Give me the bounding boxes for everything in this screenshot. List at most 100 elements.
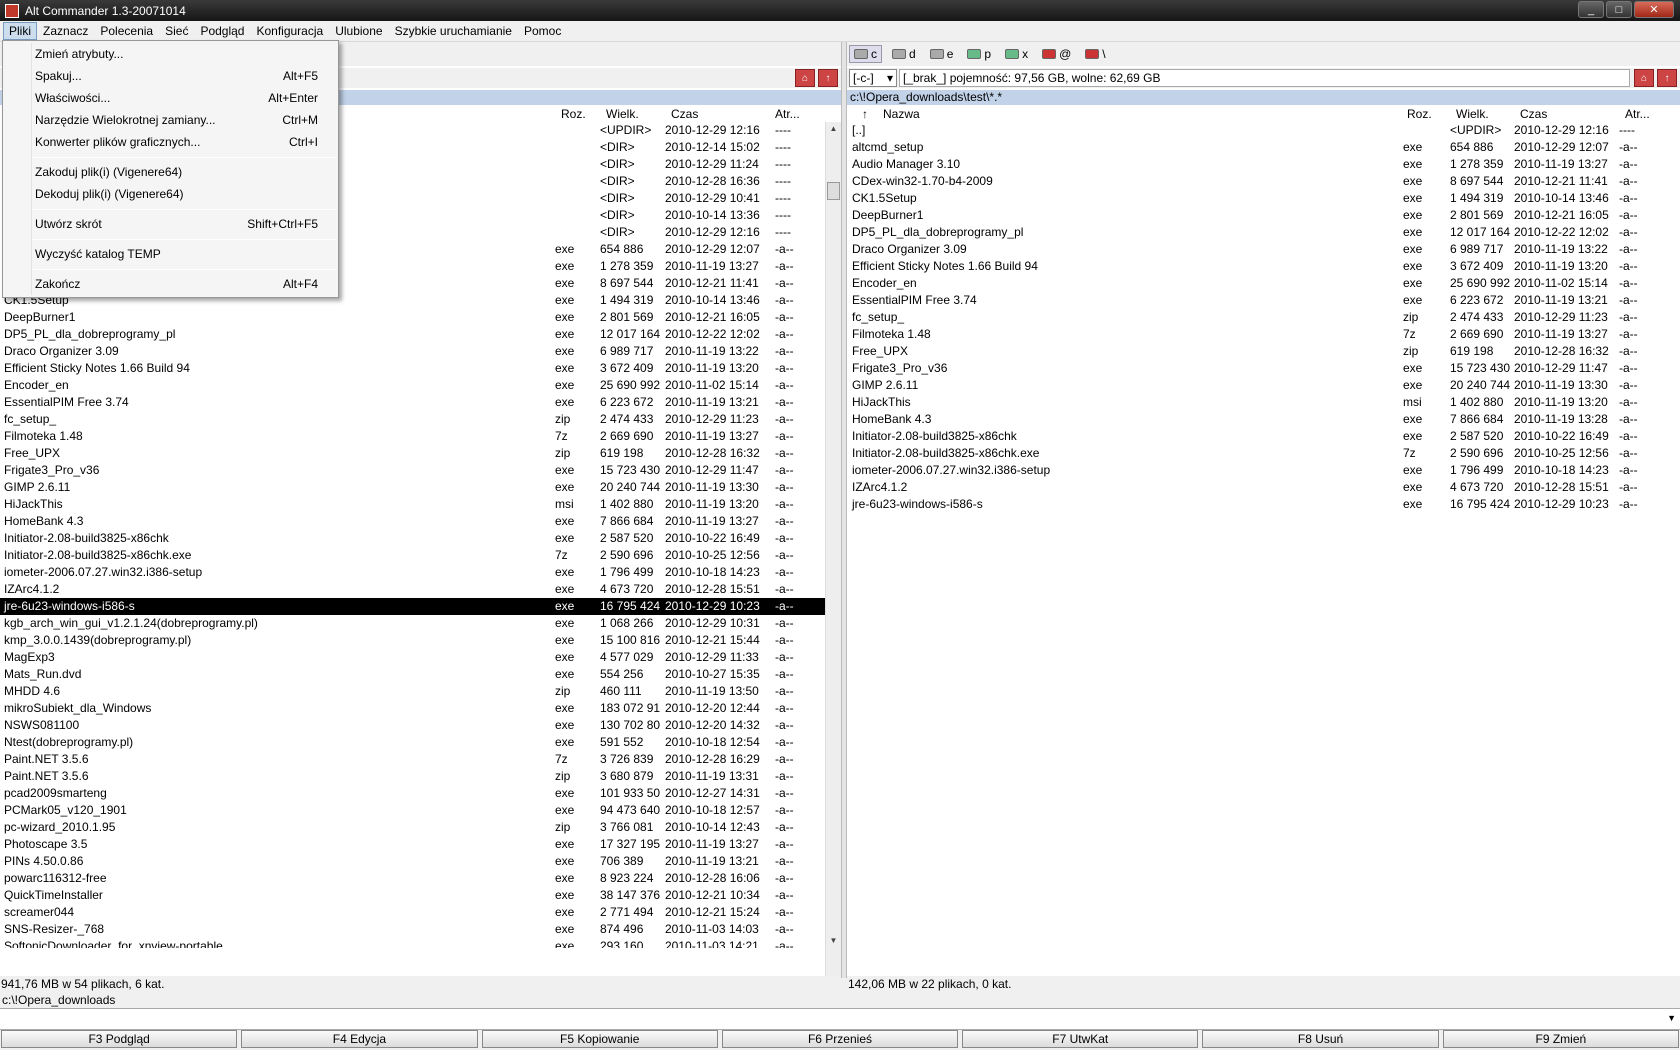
table-row[interactable]: SNS-Resizer-_768 exe 874 496 2010-11-03 14:…: [0, 921, 841, 938]
table-row[interactable]: MHDD 4.6 zip 460 111 2010-11-19 13:50 -a--: [0, 683, 841, 700]
right-up-button[interactable]: ↑: [1657, 69, 1677, 87]
right-col-attr[interactable]: Atr...: [1625, 107, 1650, 121]
left-root-button[interactable]: ⌂: [795, 69, 815, 87]
table-row[interactable]: Mats_Run.dvd exe 554 256 2010-10-27 15:35 -a…: [0, 666, 841, 683]
table-row[interactable]: HomeBank 4.3 exe 7 866 684 2010-11-19 13:28…: [847, 411, 1680, 428]
left-scroll-thumb[interactable]: [827, 182, 840, 200]
menu-item-pack[interactable]: Spakuj... Alt+F5: [3, 65, 338, 87]
table-row[interactable]: Ntest(dobreprogramy.pl) exe 591 552 2010-10…: [0, 734, 841, 751]
f5-copy-button[interactable]: F5 Kopiowanie: [481, 1030, 718, 1048]
table-row[interactable]: pcad2009smarteng exe 101 933 50 2010-12-27 …: [0, 785, 841, 802]
table-row[interactable]: SoftonicDownloader_for_xnview-portable ex…: [0, 938, 841, 948]
table-row[interactable]: Free_UPX zip 619 198 2010-12-28 16:32 -a--: [0, 445, 841, 462]
left-up-button[interactable]: ↑: [818, 69, 838, 87]
table-row[interactable]: CK1.5Setup exe 1 494 319 2010-10-14 13:46 -a…: [847, 190, 1680, 207]
maximize-button[interactable]: □: [1606, 1, 1632, 18]
table-row[interactable]: DeepBurner1 exe 2 801 569 2010-12-21 16:05-…: [847, 207, 1680, 224]
table-row[interactable]: GIMP 2.6.11 exe 20 240 744 2010-11-19 13:30…: [847, 377, 1680, 394]
left-col-size[interactable]: Wielk.: [606, 107, 639, 121]
right-col-size[interactable]: Wielk.: [1456, 107, 1489, 121]
drive-ftp-button[interactable]: @: [1038, 46, 1075, 62]
table-row[interactable]: EssentialPIM Free 3.74 exe 6 223 672 2010-1…: [847, 292, 1680, 309]
table-row[interactable]: GIMP 2.6.11 exe 20 240 744 2010-11-19 13:30…: [0, 479, 841, 496]
table-row[interactable]: jre-6u23-windows-i586-s exe 16 795 424 2010…: [847, 496, 1680, 513]
minimize-button[interactable]: _: [1578, 1, 1604, 18]
table-row[interactable]: Draco Organizer 3.09 exe 6 989 717 2010-11-…: [0, 343, 841, 360]
table-row[interactable]: Frigate3_Pro_v36 exe 15 723 430 2010-12-29 …: [847, 360, 1680, 377]
table-row[interactable]: HiJackThis msi 1 402 880 2010-11-19 13:20 -a…: [0, 496, 841, 513]
menu-item-exit[interactable]: Zakończ Alt+F4: [3, 273, 338, 295]
f3-view-button[interactable]: F3 Podgląd: [1, 1030, 238, 1048]
right-file-list[interactable]: [..] <UPDIR> 2010-12-29 12:16 ---- altcmd_se…: [847, 122, 1680, 948]
table-row[interactable]: HomeBank 4.3 exe 7 866 684 2010-11-19 13:27…: [0, 513, 841, 530]
table-row[interactable]: IZArc4.1.2 exe 4 673 720 2010-12-28 15:51 -a…: [847, 479, 1680, 496]
table-row[interactable]: PCMark05_v120_1901 exe 94 473 640 2010-10-1…: [0, 802, 841, 819]
table-row[interactable]: iometer-2006.07.27.win32.i386-setup exe 1 …: [0, 564, 841, 581]
menu-konfiguracja[interactable]: Konfiguracja: [250, 22, 329, 40]
menu-item-image-converter[interactable]: Konwerter plików graficznych... Ctrl+I: [3, 131, 338, 153]
table-row[interactable]: Encoder_en exe 25 690 992 2010-11-02 15:14-…: [847, 275, 1680, 292]
table-row[interactable]: fc_setup_ zip 2 474 433 2010-12-29 11:23 -a-…: [847, 309, 1680, 326]
right-col-date[interactable]: Czas: [1520, 107, 1547, 121]
table-row[interactable]: DeepBurner1 exe 2 801 569 2010-12-21 16:05-…: [0, 309, 841, 326]
table-row[interactable]: IZArc4.1.2 exe 4 673 720 2010-12-28 15:51 -a…: [0, 581, 841, 598]
table-row[interactable]: kgb_arch_win_gui_v1.2.1.24(dobreprogramy…: [0, 615, 841, 632]
drive-e-button[interactable]: e: [926, 46, 958, 62]
drive-p-button[interactable]: p: [963, 46, 995, 62]
table-row[interactable]: [..] <UPDIR> 2010-12-29 12:16 ----: [847, 122, 1680, 139]
menu-item-properties[interactable]: Właściwości... Alt+Enter: [3, 87, 338, 109]
table-row[interactable]: Efficient Sticky Notes 1.66 Build 94 exe 3…: [847, 258, 1680, 275]
left-scrollbar[interactable]: ▲ ▼: [825, 122, 841, 1020]
menu-item-multi-rename[interactable]: Narzędzie Wielokrotnej zamiany... Ctrl+M: [3, 109, 338, 131]
left-col-attr[interactable]: Atr...: [775, 107, 800, 121]
chevron-down-icon[interactable]: ▼: [1667, 1013, 1676, 1023]
menu-item-encode[interactable]: Zakoduj plik(i) (Vigenere64): [3, 161, 338, 183]
left-col-date[interactable]: Czas: [671, 107, 698, 121]
drive-select[interactable]: [-c-] ▾: [849, 69, 897, 87]
table-row[interactable]: altcmd_setup exe 654 886 2010-12-29 12:07 -a…: [847, 139, 1680, 156]
scroll-up-arrow-icon[interactable]: ▲: [826, 122, 841, 136]
table-row[interactable]: MagExp3 exe 4 577 029 2010-12-29 11:33 -a--: [0, 649, 841, 666]
table-row[interactable]: Draco Organizer 3.09 exe 6 989 717 2010-11-…: [847, 241, 1680, 258]
left-col-ext[interactable]: Roz.: [561, 107, 586, 121]
table-row[interactable]: Audio Manager 3.10 exe 1 278 359 2010-11-19…: [847, 156, 1680, 173]
menu-szybkie-uruchamianie[interactable]: Szybkie uruchamianie: [389, 22, 518, 40]
menu-ulubione[interactable]: Ulubione: [329, 22, 388, 40]
menu-zaznacz[interactable]: Zaznacz: [37, 22, 94, 40]
drive-root-button[interactable]: \: [1081, 46, 1109, 62]
menu-item-clear-temp[interactable]: Wyczyść katalog TEMP: [3, 243, 338, 265]
table-row[interactable]: kmp_3.0.0.1439(dobreprogramy.pl) exe 15 10…: [0, 632, 841, 649]
table-row[interactable]: CDex-win32-1.70-b4-2009 exe 8 697 544 2010-…: [847, 173, 1680, 190]
f6-move-button[interactable]: F6 Przenieś: [721, 1030, 959, 1048]
command-line-input[interactable]: ▼: [0, 1008, 1680, 1030]
menu-siec[interactable]: Sieć: [159, 22, 194, 40]
f4-edit-button[interactable]: F4 Edycja: [241, 1030, 478, 1048]
drive-d-button[interactable]: d: [888, 46, 920, 62]
f9-rename-button[interactable]: F9 Zmień: [1442, 1030, 1679, 1048]
table-row[interactable]: Paint.NET 3.5.6 zip 3 680 879 2010-11-19 13…: [0, 768, 841, 785]
table-row[interactable]: QuickTimeInstaller exe 38 147 376 2010-12-2…: [0, 887, 841, 904]
table-row[interactable]: Filmoteka 1.48 7z 2 669 690 2010-11-19 13:2…: [0, 428, 841, 445]
f7-mkdir-button[interactable]: F7 UtwKat: [962, 1030, 1199, 1048]
right-col-ext[interactable]: Roz.: [1407, 107, 1432, 121]
table-row[interactable]: DP5_PL_dla_dobreprogramy_pl exe 12 017 164…: [847, 224, 1680, 241]
menu-podglad[interactable]: Podgląd: [194, 22, 250, 40]
table-row[interactable]: mikroSubiekt_dla_Windows exe 183 072 91 201…: [0, 700, 841, 717]
close-button[interactable]: ✕: [1634, 1, 1674, 18]
table-row[interactable]: Initiator-2.08-build3825-x86chk exe 2 587 …: [847, 428, 1680, 445]
menu-polecenia[interactable]: Polecenia: [94, 22, 159, 40]
drive-c-button[interactable]: c: [849, 45, 882, 63]
scroll-down-arrow-icon[interactable]: ▼: [826, 934, 841, 948]
table-row[interactable]: HiJackThis msi 1 402 880 2010-11-19 13:20 -a…: [847, 394, 1680, 411]
table-row[interactable]: EssentialPIM Free 3.74 exe 6 223 672 2010-1…: [0, 394, 841, 411]
table-row[interactable]: Initiator-2.08-build3825-x86chk exe 2 587 …: [0, 530, 841, 547]
menu-item-create-shortcut[interactable]: Utwórz skrót Shift+Ctrl+F5: [3, 213, 338, 235]
table-row[interactable]: Free_UPX zip 619 198 2010-12-28 16:32 -a--: [847, 343, 1680, 360]
table-row[interactable]: pc-wizard_2010.1.95 zip 3 766 081 2010-10-1…: [0, 819, 841, 836]
table-row[interactable]: Frigate3_Pro_v36 exe 15 723 430 2010-12-29 …: [0, 462, 841, 479]
menu-item-decode[interactable]: Dekoduj plik(i) (Vigenere64): [3, 183, 338, 205]
f8-delete-button[interactable]: F8 Usuń: [1202, 1030, 1439, 1048]
table-row[interactable]: Photoscape 3.5 exe 17 327 195 2010-11-19 13…: [0, 836, 841, 853]
right-root-button[interactable]: ⌂: [1634, 69, 1654, 87]
menu-pliki[interactable]: Pliki: [3, 22, 38, 40]
